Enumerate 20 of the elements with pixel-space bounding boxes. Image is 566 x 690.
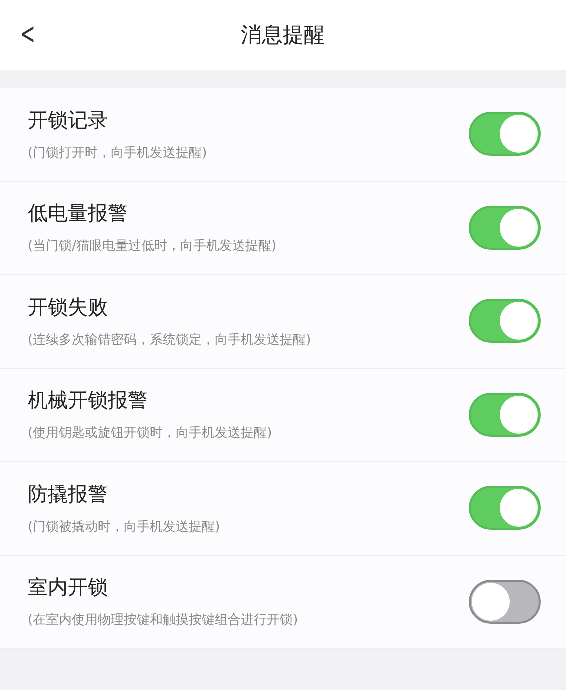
toggle-switch[interactable]	[469, 486, 541, 530]
toggle-switch[interactable]	[469, 392, 541, 437]
toggle-switch[interactable]	[469, 299, 541, 344]
setting-description: (连续多次输错密码，系统锁定，向手机发送提醒)	[28, 332, 312, 349]
setting-title: 室内开锁	[28, 574, 109, 602]
toggle-switch[interactable]	[469, 206, 541, 250]
setting-title: 低电量报警	[28, 200, 129, 228]
back-button[interactable]: <	[16, 12, 40, 56]
toggle-switch[interactable]	[469, 580, 541, 624]
setting-title: 开锁失败	[28, 294, 109, 321]
setting-description: (在室内使用物理按键和触摸按键组合进行开锁)	[28, 612, 298, 630]
setting-description: (门锁被撬动时，向手机发送提醒)	[28, 518, 220, 536]
setting-title: 防撬报警	[28, 480, 109, 508]
setting-description: (门锁打开时，向手机发送提醒)	[28, 144, 208, 162]
setting-title: 机械开锁报警	[28, 387, 149, 414]
toggle-switch[interactable]	[469, 112, 541, 156]
setting-description: (使用钥匙或旋钮开锁时，向手机发送提醒)	[28, 425, 272, 442]
setting-title: 开锁记录	[28, 106, 109, 134]
page-title: 消息提醒	[241, 22, 325, 49]
setting-description: (当门锁/猫眼电量过低时，向手机发送提醒)	[28, 238, 277, 256]
